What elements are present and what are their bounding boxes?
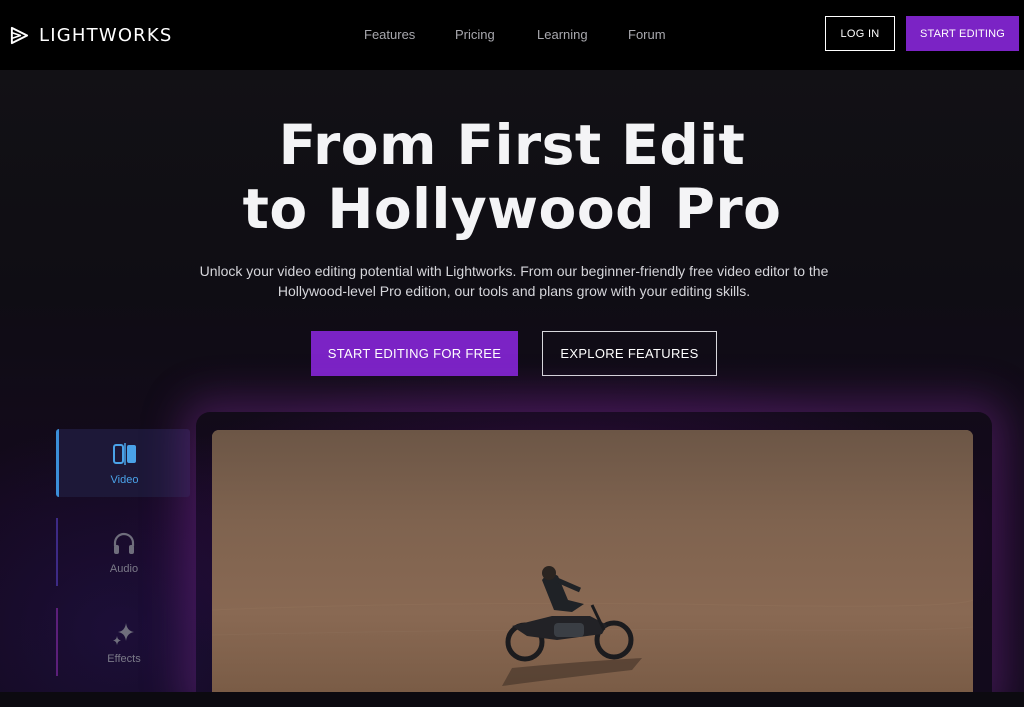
headphones-icon [113, 532, 135, 554]
login-button[interactable]: LOG IN [825, 16, 895, 51]
explore-features-button[interactable]: EXPLORE FEATURES [542, 331, 717, 376]
tab-audio-label: Audio [109, 563, 139, 575]
tab-effects-label: Effects [107, 653, 141, 665]
hero-headline: From First Edit to Hollywood Pro [0, 113, 1024, 241]
tab-effects[interactable]: Effects [56, 608, 190, 676]
top-navigation: LIGHTWORKS Features Pricing Learning For… [0, 0, 1024, 70]
headline-line-2: to Hollywood Pro [242, 177, 782, 241]
hero-subtext: Unlock your video editing potential with… [199, 263, 829, 299]
tab-audio[interactable]: Audio [56, 518, 190, 586]
sparkles-icon [113, 623, 134, 645]
bottom-strip [0, 692, 1024, 707]
headline-line-1: From First Edit [278, 113, 746, 177]
start-editing-nav-button[interactable]: START EDITING [906, 16, 1019, 51]
nav-link-forum[interactable]: Forum [628, 27, 666, 42]
start-editing-free-button[interactable]: START EDITING FOR FREE [311, 331, 518, 376]
tab-video-label: Video [110, 474, 139, 486]
lightworks-logo[interactable]: LIGHTWORKS [9, 22, 173, 48]
motorcycle-desert-scene [212, 430, 973, 692]
play-triangle-logo-icon [10, 26, 29, 44]
video-preview[interactable] [212, 430, 973, 692]
video-split-icon [112, 443, 136, 465]
logo-text: LIGHTWORKS [39, 24, 173, 46]
tab-video[interactable]: Video [56, 429, 190, 497]
nav-link-learning[interactable]: Learning [537, 27, 588, 42]
nav-link-features[interactable]: Features [364, 27, 415, 42]
nav-link-pricing[interactable]: Pricing [455, 27, 495, 42]
